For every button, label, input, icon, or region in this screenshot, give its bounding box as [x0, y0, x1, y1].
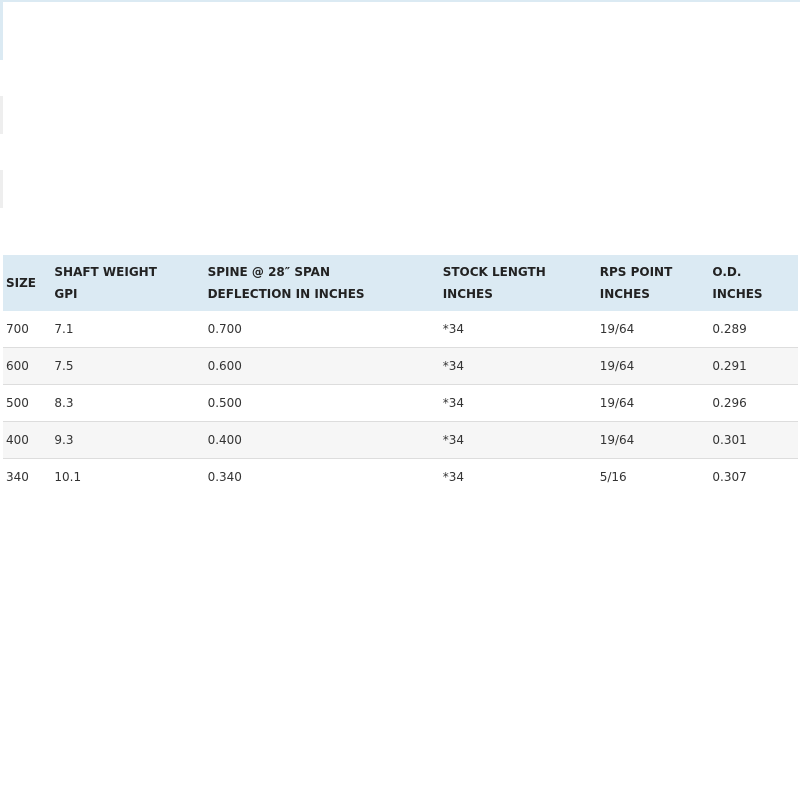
header-rps-point: RPS POINT INCHES [596, 255, 710, 311]
cell-stock-length: *34 [439, 347, 597, 385]
header-stock-length: STOCK LENGTH INCHES [439, 255, 597, 311]
table-row: 340 10.1 0.340 *34 5/16 0.307 [3, 459, 798, 496]
table-row: 400 9.3 0.400 *34 19/64 0.301 [3, 421, 798, 459]
table-row: 600 7.5 0.600 *34 19/64 0.291 [3, 347, 798, 385]
shaft-spec-table: SIZE SHAFT WEIGHT GPI SPINE @ 28″ SPAN D… [3, 255, 798, 495]
cell-spine: 0.340 [207, 470, 242, 484]
cell-spine: 0.500 [204, 384, 440, 422]
cell-size: 700 [3, 311, 52, 348]
left-edge-fragment [0, 96, 3, 134]
cell-size: 400 [3, 421, 52, 459]
cell-rps-point: 19/64 [596, 347, 710, 385]
cell-outer-diameter: 0.301 [709, 421, 798, 459]
cell-size: 340 [6, 470, 29, 484]
cell-rps-point: 19/64 [596, 384, 710, 422]
cell-rps-point: 5/16 [599, 470, 627, 484]
cell-size: 500 [3, 384, 52, 422]
cell-spine: 0.600 [204, 347, 440, 385]
header-outer-diameter: O.D. INCHES [709, 255, 798, 311]
cell-rps-point: 19/64 [596, 421, 710, 459]
left-edge-fragment [0, 170, 3, 208]
left-edge-fragment [0, 2, 3, 60]
cell-stock-length: *34 [439, 384, 597, 422]
cell-shaft-weight: 9.3 [51, 421, 205, 459]
cell-shaft-weight: 7.1 [51, 311, 205, 348]
cell-shaft-weight: 7.5 [51, 347, 205, 385]
header-size: SIZE [3, 255, 52, 311]
table-row: 700 7.1 0.700 *34 19/64 0.289 [3, 311, 798, 348]
cell-stock-length: *34 [439, 421, 597, 459]
page: SIZE SHAFT WEIGHT GPI SPINE @ 28″ SPAN D… [0, 0, 800, 800]
cell-rps-point: 19/64 [596, 311, 710, 348]
cell-shaft-weight: 8.3 [51, 384, 205, 422]
table-row: 500 8.3 0.500 *34 19/64 0.296 [3, 384, 798, 422]
cell-shaft-weight: 10.1 [54, 470, 82, 484]
cell-stock-length: *34 [442, 470, 464, 484]
cell-spine: 0.400 [204, 421, 440, 459]
cell-outer-diameter: 0.296 [709, 384, 798, 422]
cell-outer-diameter: 0.291 [709, 347, 798, 385]
header-shaft-weight: SHAFT WEIGHT GPI [51, 255, 205, 311]
header-spine: SPINE @ 28″ SPAN DEFLECTION IN INCHES [204, 255, 440, 311]
cell-outer-diameter: 0.307 [712, 470, 747, 484]
cell-outer-diameter: 0.289 [709, 311, 798, 348]
top-border [0, 0, 800, 2]
cell-spine: 0.700 [204, 311, 440, 348]
table-header-row: SIZE SHAFT WEIGHT GPI SPINE @ 28″ SPAN D… [3, 255, 798, 311]
cell-size: 600 [3, 347, 52, 385]
cell-stock-length: *34 [439, 311, 597, 348]
